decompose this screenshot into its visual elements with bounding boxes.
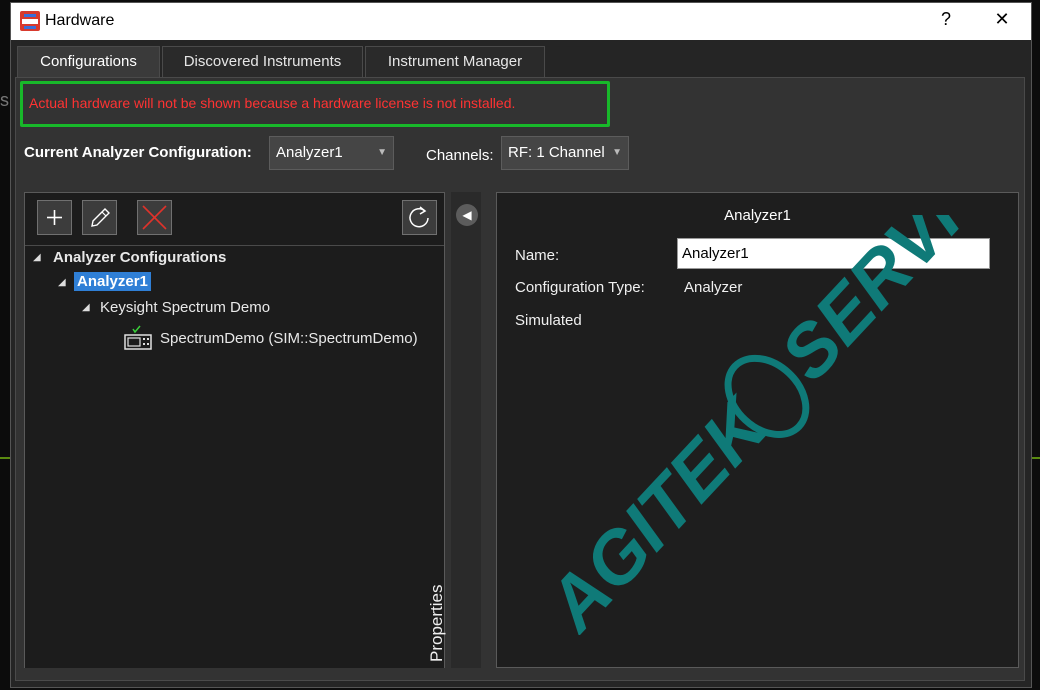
license-warning-text: Actual hardware will not be shown becaus… (29, 95, 516, 111)
chevron-down-icon: ▼ (612, 147, 622, 158)
properties-panel: Analyzer1 Name: Configuration Type: Anal… (496, 192, 1019, 668)
properties-title: Analyzer1 (724, 207, 791, 224)
configurations-content: Actual hardware will not be shown becaus… (15, 77, 1025, 681)
name-field[interactable] (677, 238, 990, 269)
simulated-label: Simulated (515, 312, 582, 329)
properties-side-strip: ◀ Properties (427, 192, 481, 668)
collapse-left-icon[interactable]: ◀ (456, 204, 478, 226)
instrument-icon (124, 325, 152, 350)
tab-instrument-manager[interactable]: Instrument Manager (365, 46, 545, 77)
current-config-label: Current Analyzer Configuration: (24, 144, 252, 161)
expand-triangle-icon[interactable]: ◢ (33, 252, 41, 263)
background-edge-text: s (0, 90, 9, 110)
configurations-tree: ◢ Analyzer Configurations ◢ Analyzer1 ◢ … (25, 245, 444, 668)
expand-triangle-icon[interactable]: ◢ (58, 277, 66, 288)
help-button[interactable]: ? (931, 9, 961, 30)
name-label: Name: (515, 247, 560, 264)
refresh-button[interactable] (402, 200, 437, 235)
channels-value: RF: 1 Channel (508, 144, 605, 161)
delete-configuration-button[interactable] (137, 200, 172, 235)
x-icon (142, 205, 167, 230)
tree-item-analyzer1[interactable]: Analyzer1 (74, 272, 151, 291)
tree-item-keysight-spectrum-demo[interactable]: Keysight Spectrum Demo (100, 299, 270, 316)
tree-item-spectrumdemo[interactable]: SpectrumDemo (SIM::SpectrumDemo) (160, 330, 418, 347)
app-icon (20, 11, 40, 31)
hardware-dialog: Hardware ? ✕ Configurations Discovered I… (10, 2, 1032, 688)
channels-label: Channels: (426, 147, 494, 164)
edit-configuration-button[interactable] (82, 200, 117, 235)
chevron-down-icon: ▼ (377, 147, 387, 158)
add-configuration-button[interactable] (37, 200, 72, 235)
current-config-value: Analyzer1 (276, 144, 343, 161)
configuration-type-value: Analyzer (684, 279, 743, 296)
close-button[interactable]: ✕ (987, 9, 1017, 30)
license-warning-box: Actual hardware will not be shown becaus… (20, 81, 610, 127)
tab-discovered-instruments[interactable]: Discovered Instruments (162, 46, 363, 77)
window-title: Hardware (45, 12, 115, 29)
configurations-tree-panel: ◢ Analyzer Configurations ◢ Analyzer1 ◢ … (24, 192, 445, 668)
expand-triangle-icon[interactable]: ◢ (82, 302, 90, 313)
configuration-type-label: Configuration Type: (515, 279, 645, 296)
current-config-dropdown[interactable]: Analyzer1 ▼ (269, 136, 394, 170)
channels-dropdown[interactable]: RF: 1 Channel ▼ (501, 136, 629, 170)
pencil-icon (91, 208, 110, 227)
refresh-icon (409, 206, 429, 228)
title-bar: Hardware ? ✕ (11, 3, 1031, 40)
tree-root-analyzer-configurations[interactable]: Analyzer Configurations (53, 249, 226, 266)
plus-icon (47, 210, 62, 225)
tab-configurations[interactable]: Configurations (17, 46, 160, 79)
